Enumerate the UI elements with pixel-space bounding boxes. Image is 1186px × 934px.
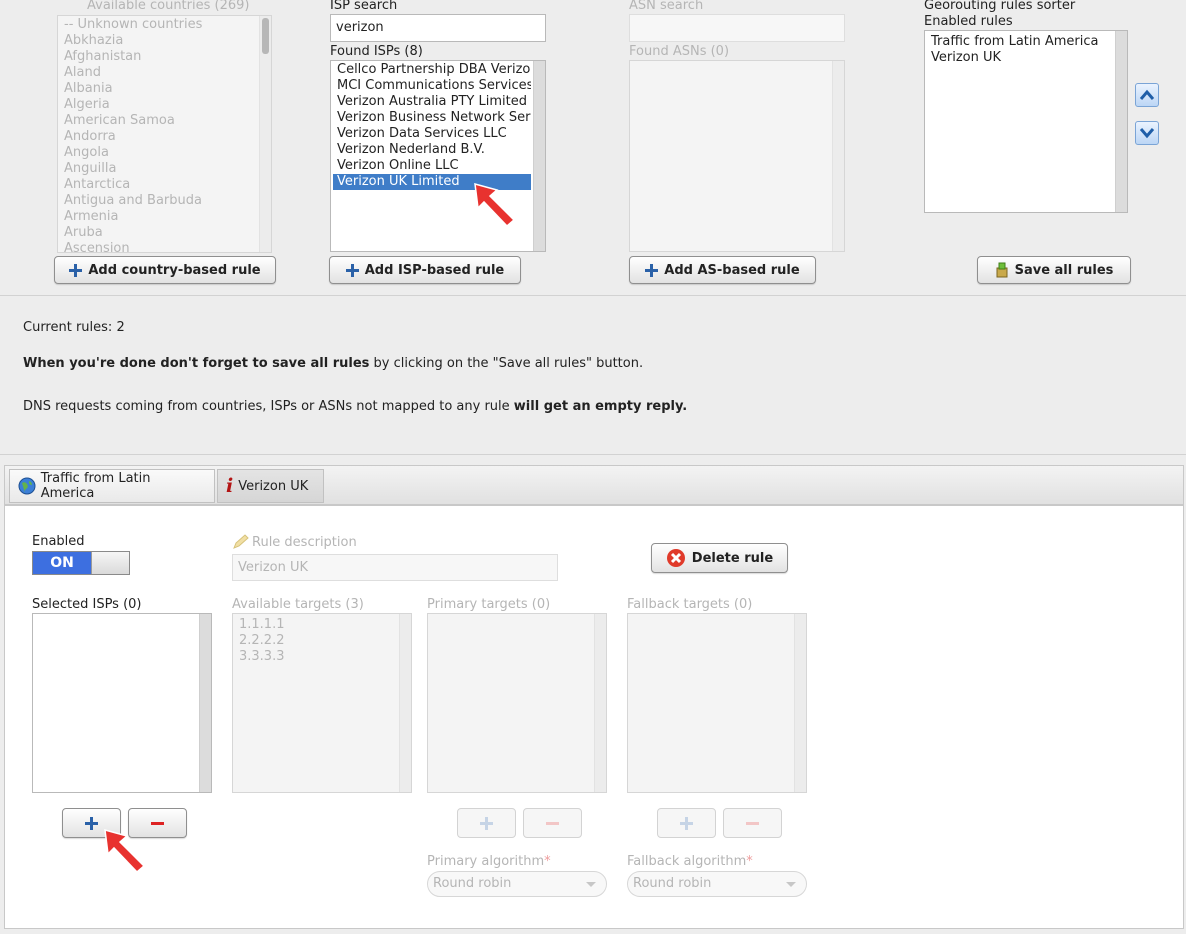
delete-rule-button[interactable]: Delete rule [651,543,788,573]
add-fallback-target-button[interactable] [657,808,716,838]
country-list-item[interactable]: Antigua and Barbuda [60,193,257,209]
minus-icon [151,821,164,825]
isp-search-input[interactable]: verizon [330,14,546,42]
country-list-item[interactable]: Algeria [60,97,257,113]
target-list-item[interactable]: 3.3.3.3 [235,649,397,665]
chevron-down-icon [1139,128,1155,139]
chevron-up-icon [1139,89,1155,100]
isp-list-item[interactable]: Verizon Online LLC [333,158,531,174]
enabled-rule-item[interactable]: Traffic from Latin America [927,34,1113,50]
delete-icon [666,549,685,567]
minus-icon [546,821,559,825]
rule-description-input[interactable]: Verizon UK [232,554,558,581]
save-reminder: When you're done don't forget to save al… [23,356,644,371]
asn-search-input[interactable] [629,14,845,42]
move-up-button[interactable] [1135,83,1159,107]
rule-tabs-bar: Traffic from Latin America i Verizon UK [4,465,1184,505]
empty-reply-notice: DNS requests coming from countries, ISPs… [23,399,688,414]
plus-icon [645,263,659,277]
enabled-rules-label: Enabled rules [924,14,1013,29]
minus-icon [746,821,759,825]
country-list-item[interactable]: Aruba [60,225,257,241]
selected-isps-label: Selected ISPs (0) [32,597,142,612]
plus-icon [69,263,83,277]
target-list-item[interactable]: 1.1.1.1 [235,617,397,633]
country-list-item[interactable]: American Samoa [60,113,257,129]
tab-traffic-from-latin-america[interactable]: Traffic from Latin America [9,469,215,503]
sorter-title: Georouting rules sorter [924,0,1076,13]
isp-list-item[interactable]: Verizon Australia PTY Limited [333,94,531,110]
enabled-toggle[interactable]: ON [32,551,130,575]
primary-algorithm-select[interactable]: Round robin [427,871,607,897]
available-targets-label: Available targets (3) [232,597,364,612]
country-list-item[interactable]: Angola [60,145,257,161]
found-isps-label: Found ISPs (8) [330,44,423,59]
fallback-targets-list[interactable] [627,613,807,793]
enabled-rules-scrollbar[interactable] [1115,31,1127,212]
globe-icon [18,477,36,495]
chevron-down-icon [786,882,796,887]
plus-icon [345,263,359,277]
country-list-item[interactable]: Anguilla [60,161,257,177]
move-down-button[interactable] [1135,121,1159,145]
country-list-item[interactable]: Antarctica [60,177,257,193]
remove-primary-target-button[interactable] [523,808,582,838]
isp-search-label: ISP search [330,0,398,13]
annotation-arrow-icon [104,828,146,874]
asn-search-label: ASN search [629,0,704,13]
available-countries-list[interactable]: -- Unknown countries Abkhazia Afghanistan A… [57,15,272,253]
isps-scrollbar[interactable] [533,61,545,251]
save-all-rules-button[interactable]: Save all rules [977,256,1131,284]
rule-description-label: Rule description [232,534,357,550]
fallback-algorithm-label: Fallback algorithm* [627,854,753,869]
enabled-rules-list[interactable]: Traffic from Latin America Verizon UK [924,30,1128,213]
target-list-item[interactable]: 2.2.2.2 [235,633,397,649]
country-list-item[interactable]: Armenia [60,209,257,225]
country-list-item[interactable]: Ascension [60,241,257,252]
add-primary-target-button[interactable] [457,808,516,838]
info-panel: Current rules: 2 When you're done don't … [0,295,1186,455]
isp-list-item[interactable]: MCI Communications Services, [333,78,531,94]
remove-fallback-target-button[interactable] [723,808,782,838]
enabled-rule-item[interactable]: Verizon UK [927,50,1113,66]
found-asns-list[interactable] [629,60,845,252]
current-rules-count: Current rules: 2 [23,320,125,335]
add-country-rule-button[interactable]: Add country-based rule [54,256,276,284]
country-list-item[interactable]: Abkhazia [60,33,257,49]
fallback-algorithm-select[interactable]: Round robin [627,871,807,897]
selected-isps-scrollbar[interactable] [199,614,211,792]
primary-targets-list[interactable] [427,613,607,793]
country-list-item[interactable]: Andorra [60,129,257,145]
info-icon: i [226,475,234,497]
plus-icon [680,816,693,830]
primary-targets-label: Primary targets (0) [427,597,551,612]
country-list-item[interactable]: -- Unknown countries [60,17,257,33]
tab-verizon-uk[interactable]: i Verizon UK [217,469,324,503]
plus-icon [85,816,98,830]
available-targets-list[interactable]: 1.1.1.1 2.2.2.2 3.3.3.3 [232,613,412,793]
selected-isps-list[interactable] [32,613,212,793]
countries-scrollbar[interactable] [259,16,271,252]
country-list-item[interactable]: Aland [60,65,257,81]
primary-algorithm-label: Primary algorithm* [427,854,551,869]
save-icon [996,262,1008,278]
country-list-item[interactable]: Albania [60,81,257,97]
found-asns-label: Found ASNs (0) [629,44,730,59]
chevron-down-icon [586,882,596,887]
annotation-arrow-icon [474,182,516,228]
plus-icon [480,816,493,830]
isp-list-item[interactable]: Verizon Nederland B.V. [333,142,531,158]
country-list-item[interactable]: Afghanistan [60,49,257,65]
add-as-rule-button[interactable]: Add AS-based rule [629,256,816,284]
add-isp-rule-button[interactable]: Add ISP-based rule [329,256,521,284]
isp-list-item[interactable]: Verizon Data Services LLC [333,126,531,142]
enabled-label: Enabled [32,534,85,549]
isp-list-item[interactable]: Verizon Business Network Serv [333,110,531,126]
available-countries-label: Available countries (269) [87,0,250,13]
fallback-targets-label: Fallback targets (0) [627,597,753,612]
pencil-icon [233,534,249,549]
isp-list-item[interactable]: Cellco Partnership DBA Verizon [333,62,531,78]
